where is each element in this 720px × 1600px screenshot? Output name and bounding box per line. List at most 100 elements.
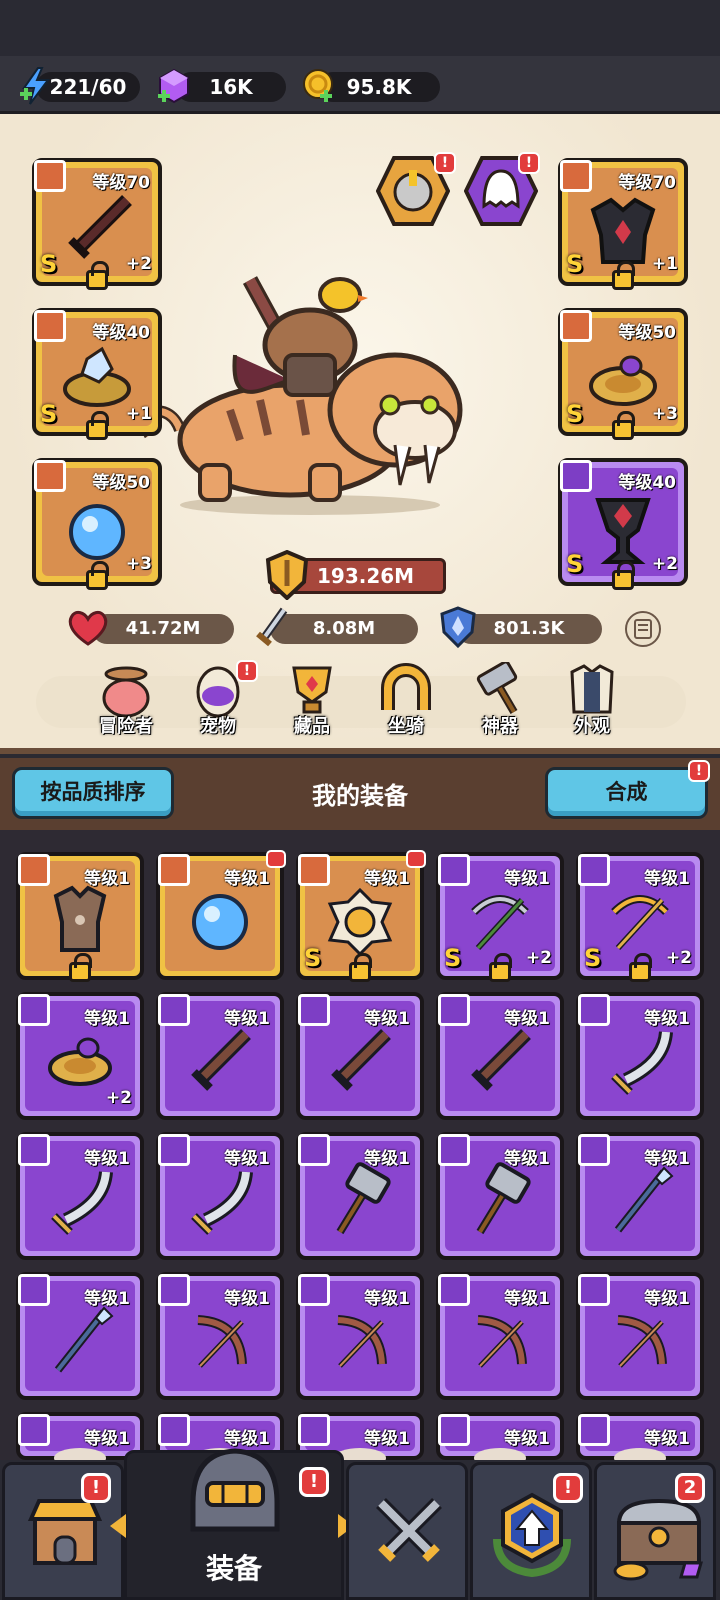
hammer-icon — [476, 660, 518, 715]
tab-artifact[interactable]: 神器 — [460, 660, 540, 738]
inventory-item[interactable]: 等级1 +2 — [16, 992, 144, 1120]
bow-item-icon — [197, 1315, 247, 1368]
gem-icon — [158, 68, 189, 104]
inventory-item[interactable]: 等级1 — [156, 850, 286, 980]
merge-button[interactable]: 合成 — [545, 767, 708, 819]
equipped-ring-left-slot[interactable]: 等级40 S +1 — [32, 308, 162, 440]
inventory-item[interactable]: 等级1 — [16, 1132, 144, 1260]
amulet-item-icon — [327, 887, 393, 957]
inventory-item[interactable]: 等级1 — [156, 1272, 284, 1400]
new-item-badge — [406, 850, 426, 868]
inventory-item[interactable]: 等级1 S +2 — [436, 852, 564, 982]
orb-item-icon — [192, 894, 248, 950]
armor-type-icon — [560, 160, 592, 192]
dark-chalice-icon — [595, 498, 651, 564]
inventory-item[interactable]: 等级1 — [436, 1412, 564, 1468]
scimitar-item-icon — [191, 1171, 253, 1235]
tab-mount[interactable]: 坐骑 — [366, 662, 446, 738]
outfit-icon — [570, 664, 614, 714]
nav-equipment[interactable]: 装备 ! — [124, 1448, 344, 1600]
atk-stat: 8.08M — [270, 614, 418, 644]
inventory-item[interactable]: 等级1 — [576, 1412, 704, 1468]
gold-coin-icon — [303, 69, 333, 102]
sword-stat-icon — [256, 607, 288, 647]
nav-upgrade[interactable]: ! — [470, 1462, 592, 1600]
inventory-item[interactable]: 等级1 — [156, 1132, 284, 1260]
lock-icon — [86, 411, 109, 440]
lock-icon — [349, 953, 372, 982]
relic-type-icon — [560, 460, 592, 492]
lock-icon — [69, 953, 92, 982]
inventory-item[interactable]: 等级1 — [16, 852, 144, 982]
hero-on-tiger-mount — [140, 276, 463, 515]
equipped-weapon-slot[interactable]: 等级70 S +2 — [32, 158, 162, 290]
scimitar-item-icon — [51, 1171, 113, 1235]
power-shield-icon — [265, 550, 309, 600]
lock-icon — [86, 561, 109, 590]
weapon-type-icon — [34, 160, 66, 192]
details-list-icon[interactable] — [624, 610, 662, 648]
blue-orb-icon — [69, 504, 125, 560]
energy-icon — [20, 67, 50, 105]
lock-icon — [629, 953, 652, 982]
inventory-item[interactable]: 等级1 S +2 — [576, 852, 704, 982]
hp-stat: 41.72M — [92, 614, 234, 644]
sword-item-icon — [331, 1029, 391, 1091]
tab-collection[interactable]: 藏品 — [272, 662, 352, 738]
hammer-item-icon — [476, 1162, 531, 1235]
tab-appearance[interactable]: 外观 — [552, 662, 632, 738]
nav-battle[interactable] — [346, 1462, 468, 1600]
new-item-badge — [266, 850, 286, 868]
inventory-item[interactable]: 等级1 — [436, 992, 564, 1120]
bow-item-icon — [337, 1315, 387, 1368]
inventory-item[interactable]: 等级1 — [296, 1272, 424, 1400]
treasure-chest-icon — [613, 1498, 703, 1581]
heart-icon — [68, 610, 108, 646]
ring-type-icon — [560, 310, 592, 342]
inventory-item[interactable]: 等级1 — [156, 992, 284, 1120]
merge-alert-badge: ! — [688, 760, 710, 782]
inventory-item[interactable]: 等级1 — [296, 992, 424, 1120]
game-screen: 221/60 16K 95.8K ! ! 等级70 S +2 等级40 S +1… — [0, 0, 720, 1600]
inventory-item[interactable]: 等级1 S — [296, 850, 426, 982]
nav-chest[interactable]: 2 — [594, 1462, 716, 1600]
necklace-type-icon — [34, 460, 66, 492]
nav-shop[interactable]: ! — [2, 1462, 124, 1600]
tab-adventurer[interactable]: 冒险者 — [86, 662, 166, 738]
helmet-icon — [190, 1448, 280, 1532]
pet-alert-badge: ! — [518, 152, 540, 174]
equipped-ring-right-slot[interactable]: 等级50 S +3 — [558, 308, 688, 440]
inventory-item[interactable]: 等级1 — [576, 992, 704, 1120]
sword-item-icon — [471, 1029, 531, 1091]
equipped-necklace-slot[interactable]: 等级50 +3 — [32, 458, 162, 590]
equipped-relic-slot[interactable]: 等级40 S +2 — [558, 458, 688, 590]
lock-icon — [612, 561, 635, 590]
hammer-item-icon — [336, 1162, 391, 1235]
inventory-item[interactable]: 等级1 — [576, 1132, 704, 1260]
lock-icon — [86, 261, 109, 290]
lock-icon — [489, 953, 512, 982]
bow-item-icon — [617, 1315, 667, 1368]
armor-item-icon — [53, 885, 107, 952]
chest-count-badge: 2 — [675, 1473, 705, 1503]
adventurer-alert-badge: ! — [434, 152, 456, 174]
inventory-item[interactable]: 等级1 — [16, 1412, 144, 1468]
spear-item-icon — [614, 1166, 674, 1233]
horseshoe-icon — [381, 663, 431, 710]
inventory-item[interactable]: 等级1 — [436, 1272, 564, 1400]
scimitar-item-icon — [611, 1031, 673, 1095]
nav-left-arrow-icon[interactable] — [110, 1514, 126, 1538]
inventory-item[interactable]: 等级1 — [576, 1272, 704, 1400]
upgrade-alert-badge: ! — [553, 1473, 583, 1503]
sword-item-icon — [191, 1029, 251, 1091]
equipped-armor-slot[interactable]: 等级70 S +1 — [558, 158, 688, 290]
trophy-icon — [292, 666, 332, 714]
adventurer-tab-icon — [102, 666, 150, 718]
status-bar — [0, 0, 720, 56]
crossed-swords-icon — [376, 1498, 442, 1562]
lock-icon — [612, 411, 635, 440]
bow-item-icon — [477, 1315, 527, 1368]
inventory-item[interactable]: 等级1 — [296, 1132, 424, 1260]
inventory-item[interactable]: 等级1 — [436, 1132, 564, 1260]
inventory-item[interactable]: 等级1 — [16, 1272, 144, 1400]
